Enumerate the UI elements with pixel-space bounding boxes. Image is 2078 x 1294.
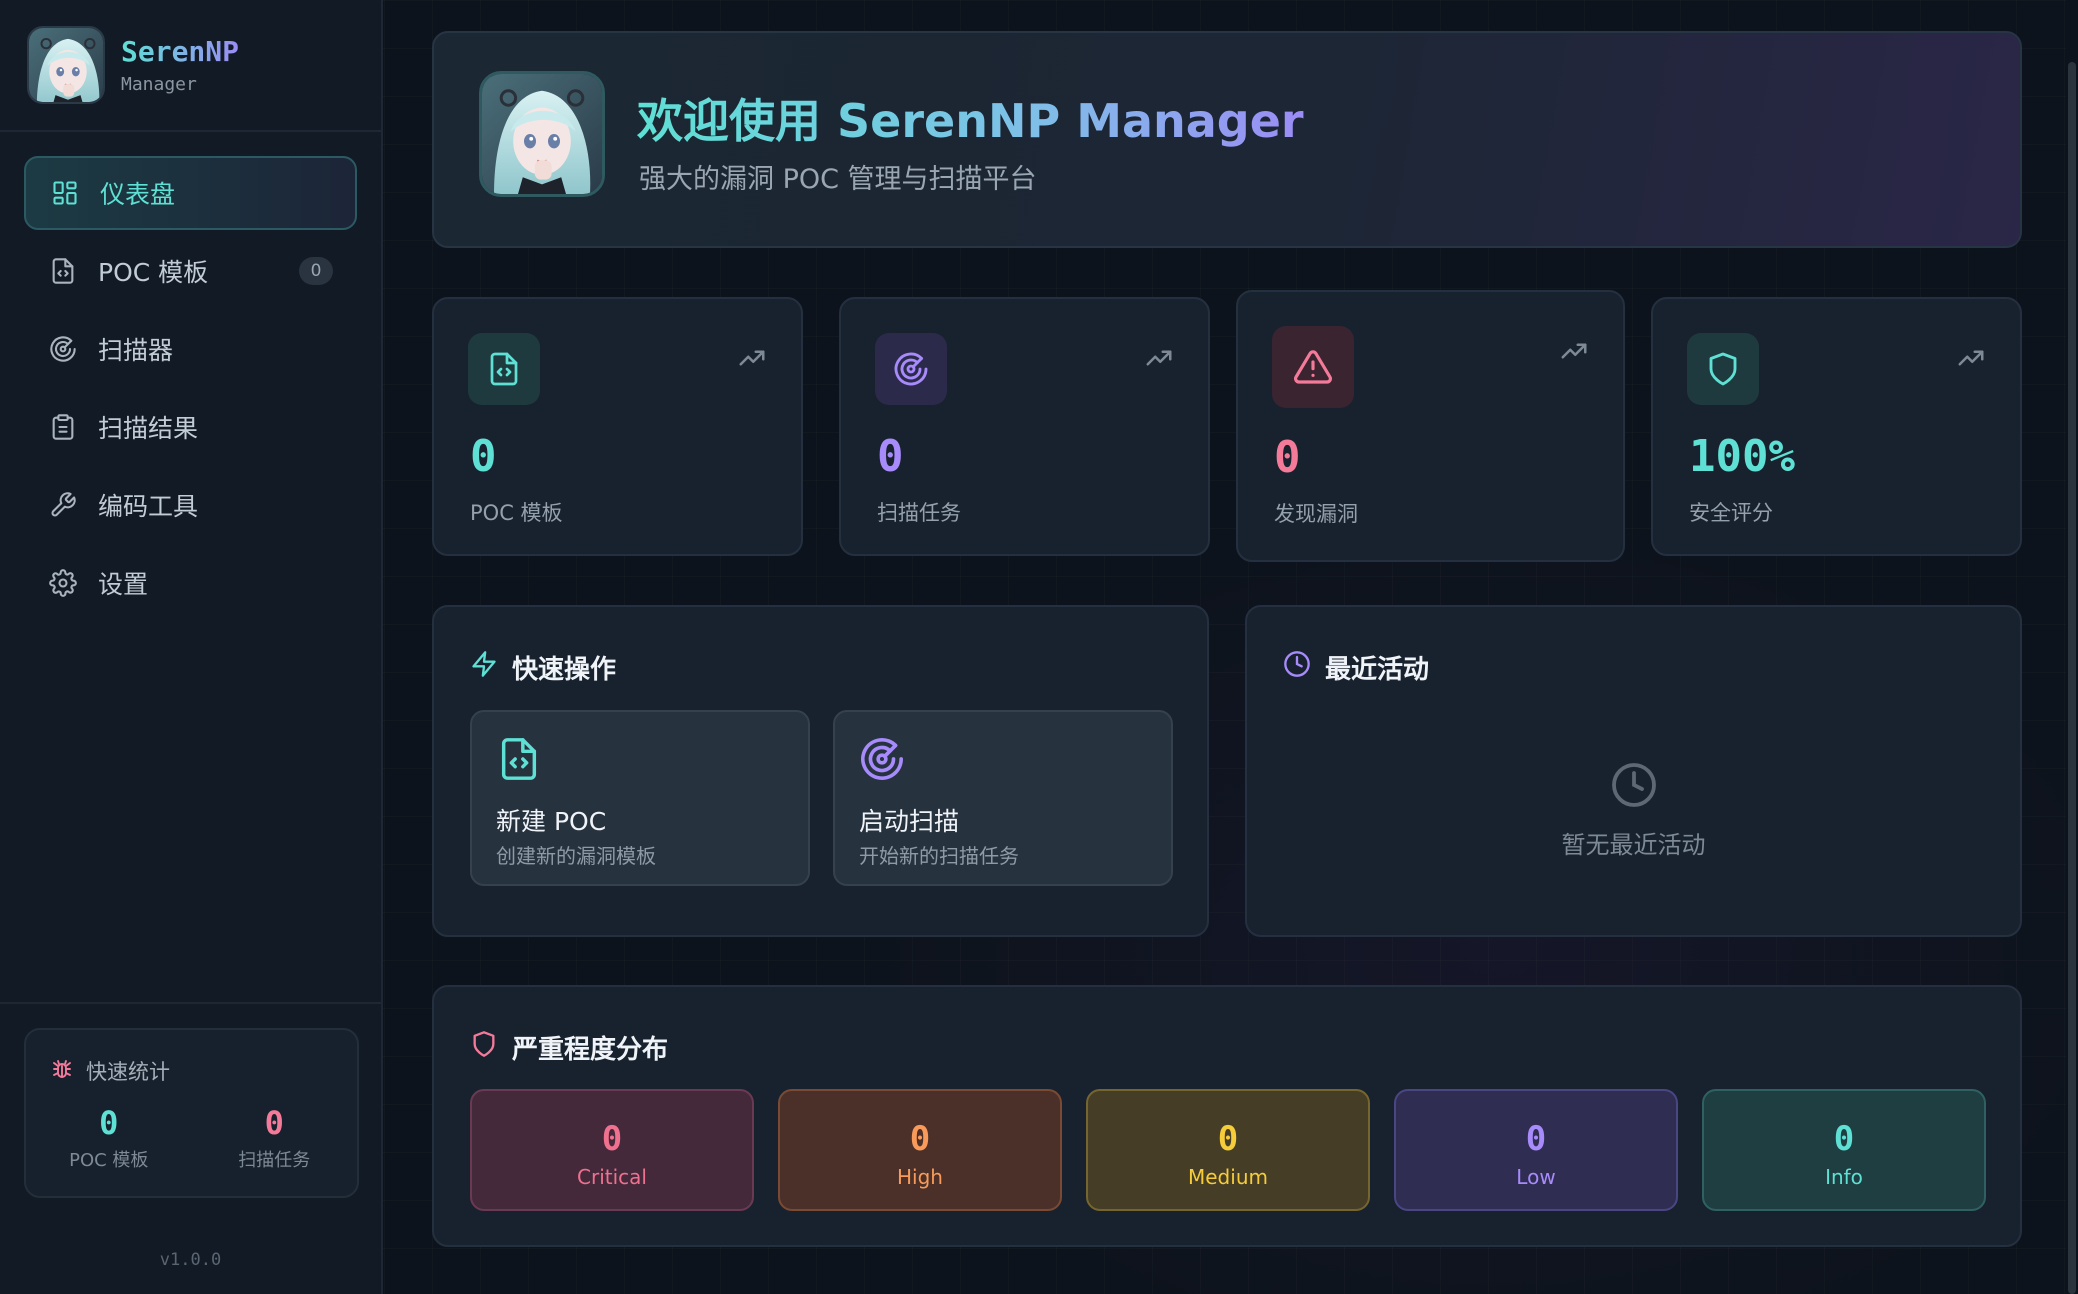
severity-label: High <box>897 1165 943 1189</box>
severity-label: Info <box>1825 1165 1863 1189</box>
stat-value: 0 <box>1274 432 1301 483</box>
new-poc-button[interactable]: 新建 POC 创建新的漏洞模板 <box>470 710 810 886</box>
sidebar: SerenNP Manager 仪表盘 POC 模板 0 扫描器 扫描结果 编码… <box>0 0 383 1294</box>
new-poc-desc: 创建新的漏洞模板 <box>496 844 656 868</box>
radar-icon <box>859 736 905 786</box>
severity-value: 0 <box>1217 1119 1239 1159</box>
stat-card-security-score[interactable]: 100% 安全评分 <box>1651 297 2022 556</box>
welcome-subtitle: 强大的漏洞 POC 管理与扫描平台 <box>639 164 1037 195</box>
sidebar-item-dashboard[interactable]: 仪表盘 <box>24 156 357 230</box>
file-code-icon <box>468 333 540 405</box>
clock-icon <box>1610 761 1658 813</box>
severity-value: 0 <box>601 1119 623 1159</box>
poc-count-badge: 0 <box>299 257 333 285</box>
trending-up-icon <box>1144 343 1174 377</box>
severity-label: Low <box>1516 1165 1556 1189</box>
severity-value: 0 <box>909 1119 931 1159</box>
severity-info[interactable]: 0 Info <box>1702 1089 1986 1211</box>
brand[interactable]: SerenNP Manager <box>0 0 381 132</box>
brand-avatar <box>27 26 105 104</box>
stat-value: 100% <box>1689 431 1795 482</box>
wrench-icon <box>48 490 78 520</box>
trending-up-icon <box>1956 343 1986 377</box>
start-scan-desc: 开始新的扫描任务 <box>859 844 1019 868</box>
welcome-avatar <box>479 71 605 197</box>
quick-stats-scan-label: 扫描任务 <box>238 1150 311 1171</box>
sidebar-item-encoding-tools[interactable]: 编码工具 <box>24 468 357 542</box>
severity-value: 0 <box>1525 1119 1547 1159</box>
start-scan-button[interactable]: 启动扫描 开始新的扫描任务 <box>833 710 1173 886</box>
brand-name: SerenNP <box>121 35 240 68</box>
sidebar-item-label: 编码工具 <box>98 492 199 521</box>
shield-icon <box>470 1030 512 1065</box>
severity-critical[interactable]: 0 Critical <box>470 1089 754 1211</box>
quick-stats-scan-value: 0 <box>264 1104 284 1142</box>
clock-icon <box>1283 650 1325 685</box>
quick-stats-poc-value: 0 <box>99 1104 119 1142</box>
start-scan-title: 启动扫描 <box>859 807 960 836</box>
quick-stats-card: 快速统计 0 POC 模板 0 扫描任务 <box>24 1028 359 1198</box>
severity-high[interactable]: 0 High <box>778 1089 1062 1211</box>
severity-title: 严重程度分布 <box>512 1035 669 1065</box>
sidebar-item-settings[interactable]: 设置 <box>24 546 357 620</box>
file-code-icon <box>48 256 78 286</box>
page-scrollbar[interactable] <box>2066 0 2078 1294</box>
stat-label: 扫描任务 <box>877 501 961 525</box>
dashboard-icon <box>50 178 80 208</box>
severity-label: Medium <box>1188 1165 1268 1189</box>
sidebar-item-poc-templates[interactable]: POC 模板 0 <box>24 234 357 308</box>
app-version: v1.0.0 <box>159 1250 222 1270</box>
sidebar-item-label: 扫描器 <box>98 336 174 365</box>
stat-value: 0 <box>877 431 904 482</box>
sidebar-item-label: 仪表盘 <box>100 180 176 209</box>
clipboard-icon <box>48 412 78 442</box>
empty-state-text: 暂无最近活动 <box>1561 831 1706 859</box>
sidebar-item-label: POC 模板 <box>98 258 209 287</box>
sidebar-item-scan-results[interactable]: 扫描结果 <box>24 390 357 464</box>
sidebar-nav: 仪表盘 POC 模板 0 扫描器 扫描结果 编码工具 设置 <box>0 132 381 620</box>
quick-stats-title: 快速统计 <box>86 1060 170 1084</box>
sidebar-item-label: 扫描结果 <box>98 414 199 443</box>
severity-medium[interactable]: 0 Medium <box>1086 1089 1370 1211</box>
stat-card-poc-templates[interactable]: 0 POC 模板 <box>432 297 803 556</box>
welcome-title: 欢迎使用 SerenNP Manager <box>637 85 1304 151</box>
quick-stats-poc-label: POC 模板 <box>69 1150 149 1171</box>
sidebar-footer: 快速统计 0 POC 模板 0 扫描任务 v1.0.0 <box>0 1002 381 1294</box>
stat-label: 安全评分 <box>1689 501 1773 525</box>
quick-actions-card: 快速操作 新建 POC 创建新的漏洞模板 启动扫描 开始新的扫描任务 <box>432 605 1209 937</box>
quick-actions-title: 快速操作 <box>512 655 617 685</box>
stat-value: 0 <box>470 431 497 482</box>
trending-up-icon <box>1559 336 1589 370</box>
recent-activity-title: 最近活动 <box>1325 655 1430 685</box>
shield-icon <box>1687 333 1759 405</box>
alert-triangle-icon <box>1272 326 1354 408</box>
stat-label: POC 模板 <box>470 501 563 525</box>
radar-icon <box>48 334 78 364</box>
brand-subtitle: Manager <box>121 74 197 95</box>
sidebar-item-scanner[interactable]: 扫描器 <box>24 312 357 386</box>
sidebar-item-label: 设置 <box>98 570 149 599</box>
stat-card-vulnerabilities[interactable]: 0 发现漏洞 <box>1236 290 1625 562</box>
radar-icon <box>875 333 947 405</box>
bug-icon <box>50 1057 86 1086</box>
file-code-icon <box>496 736 542 786</box>
stat-card-scan-tasks[interactable]: 0 扫描任务 <box>839 297 1210 556</box>
gear-icon <box>48 568 78 598</box>
stat-label: 发现漏洞 <box>1274 502 1358 526</box>
severity-low[interactable]: 0 Low <box>1394 1089 1678 1211</box>
scrollbar-thumb[interactable] <box>2068 62 2076 1294</box>
severity-label: Critical <box>577 1165 647 1189</box>
lightning-icon <box>470 650 512 685</box>
new-poc-title: 新建 POC <box>496 807 607 836</box>
severity-distribution-card: 严重程度分布 0 Critical 0 High 0 Medium 0 Low … <box>432 985 2022 1247</box>
recent-activity-card: 最近活动 暂无最近活动 <box>1245 605 2022 937</box>
severity-value: 0 <box>1833 1119 1855 1159</box>
trending-up-icon <box>737 343 767 377</box>
welcome-banner: 欢迎使用 SerenNP Manager 强大的漏洞 POC 管理与扫描平台 <box>432 31 2022 248</box>
